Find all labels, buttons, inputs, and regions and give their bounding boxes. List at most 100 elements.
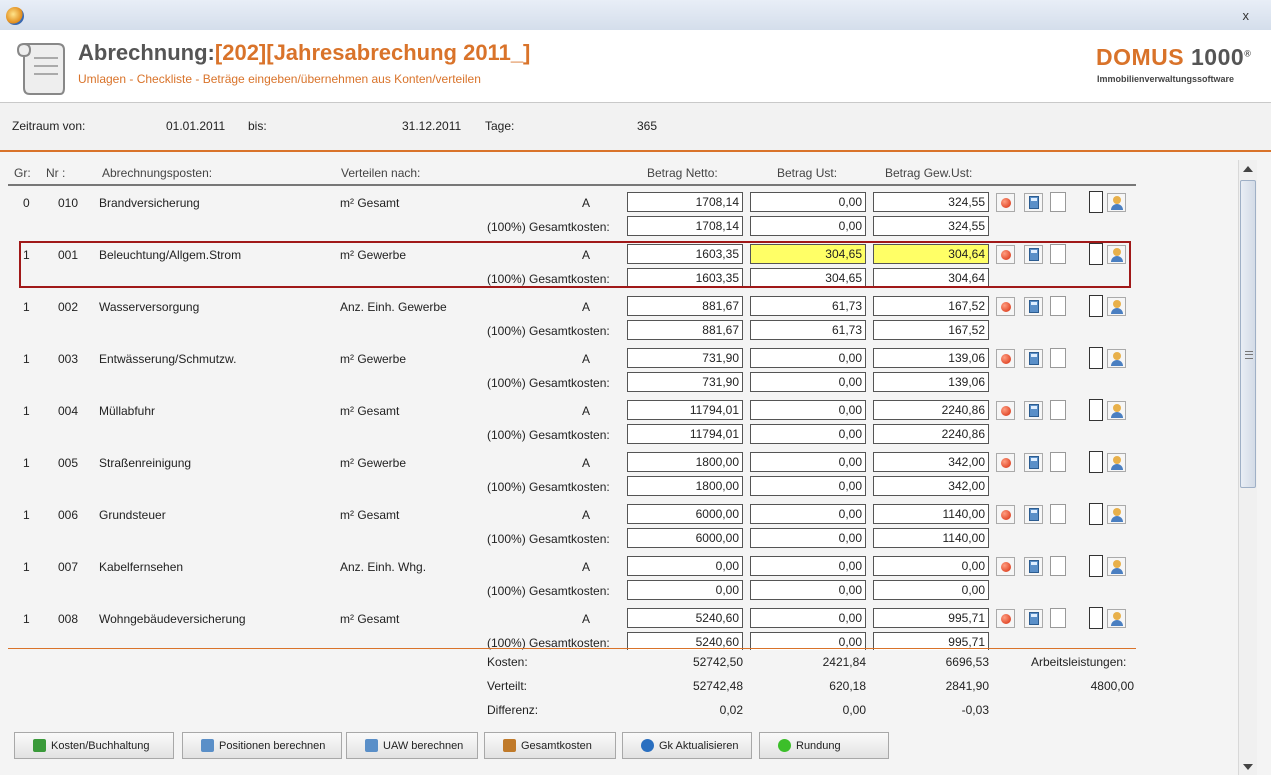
row-blank-button[interactable] bbox=[1050, 400, 1066, 420]
row-checkbox[interactable] bbox=[1089, 347, 1103, 369]
netto-field[interactable]: 1603,35 bbox=[627, 244, 743, 264]
assign-user-button[interactable] bbox=[1107, 245, 1126, 264]
gew-field[interactable]: 0,00 bbox=[873, 556, 989, 576]
total-gew-field: 139,06 bbox=[873, 372, 989, 392]
record-button[interactable] bbox=[996, 609, 1015, 628]
row-checkbox[interactable] bbox=[1089, 607, 1103, 629]
gew-field[interactable]: 304,64 bbox=[873, 244, 989, 264]
total-netto-field: 11794,01 bbox=[627, 424, 743, 444]
positionen-berechnen-button[interactable]: Positionen berechnen bbox=[182, 732, 342, 759]
total-gew-field: 342,00 bbox=[873, 476, 989, 496]
row-gr: 1 bbox=[23, 300, 30, 314]
kosten-ust: 2421,84 bbox=[822, 655, 866, 669]
gew-field[interactable]: 139,06 bbox=[873, 348, 989, 368]
assign-user-button[interactable] bbox=[1107, 557, 1126, 576]
record-button[interactable] bbox=[996, 453, 1015, 472]
calculator-icon bbox=[1029, 196, 1039, 209]
row-blank-button[interactable] bbox=[1050, 504, 1066, 524]
calculate-button[interactable] bbox=[1024, 349, 1043, 368]
netto-field[interactable]: 5240,60 bbox=[627, 608, 743, 628]
record-button[interactable] bbox=[996, 505, 1015, 524]
ust-field[interactable]: 304,65 bbox=[750, 244, 866, 264]
assign-user-button[interactable] bbox=[1107, 453, 1126, 472]
row-checkbox[interactable] bbox=[1089, 295, 1103, 317]
row-blank-button[interactable] bbox=[1050, 608, 1066, 628]
calculate-button[interactable] bbox=[1024, 245, 1043, 264]
total-gew-field: 2240,86 bbox=[873, 424, 989, 444]
calculator-icon bbox=[1029, 456, 1039, 469]
netto-field[interactable]: 6000,00 bbox=[627, 504, 743, 524]
assign-user-button[interactable] bbox=[1107, 505, 1126, 524]
netto-field[interactable]: 881,67 bbox=[627, 296, 743, 316]
col-header-verteilen: Verteilen nach: bbox=[341, 166, 421, 180]
record-button[interactable] bbox=[996, 297, 1015, 316]
calculate-button[interactable] bbox=[1024, 609, 1043, 628]
row-blank-button[interactable] bbox=[1050, 556, 1066, 576]
assign-user-button[interactable] bbox=[1107, 193, 1126, 212]
calculate-button[interactable] bbox=[1024, 505, 1043, 524]
gew-field[interactable]: 1140,00 bbox=[873, 504, 989, 524]
ust-field[interactable]: 0,00 bbox=[750, 556, 866, 576]
record-button[interactable] bbox=[996, 193, 1015, 212]
gk-aktualisieren-button[interactable]: Gk Aktualisieren bbox=[622, 732, 752, 759]
row-gr: 1 bbox=[23, 352, 30, 366]
assign-user-button[interactable] bbox=[1107, 349, 1126, 368]
netto-field[interactable]: 11794,01 bbox=[627, 400, 743, 420]
row-blank-button[interactable] bbox=[1050, 348, 1066, 368]
ust-field[interactable]: 0,00 bbox=[750, 192, 866, 212]
gesamtkosten-button[interactable]: Gesamtkosten bbox=[484, 732, 616, 759]
record-button[interactable] bbox=[996, 349, 1015, 368]
row-blank-button[interactable] bbox=[1050, 452, 1066, 472]
netto-field[interactable]: 1800,00 bbox=[627, 452, 743, 472]
assign-user-button[interactable] bbox=[1107, 297, 1126, 316]
button-label: UAW berechnen bbox=[383, 740, 464, 752]
row-checkbox[interactable] bbox=[1089, 399, 1103, 421]
total-costs-label: (100%) Gesamtkosten: bbox=[487, 532, 610, 546]
gew-field[interactable]: 2240,86 bbox=[873, 400, 989, 420]
ust-field[interactable]: 0,00 bbox=[750, 400, 866, 420]
ust-field[interactable]: 61,73 bbox=[750, 296, 866, 316]
row-verteilen: m² Gewerbe bbox=[340, 248, 407, 262]
ust-field[interactable]: 0,00 bbox=[750, 348, 866, 368]
calculate-button[interactable] bbox=[1024, 297, 1043, 316]
calculate-button[interactable] bbox=[1024, 193, 1043, 212]
row-checkbox[interactable] bbox=[1089, 191, 1103, 213]
total-costs-label: (100%) Gesamtkosten: bbox=[487, 480, 610, 494]
record-button[interactable] bbox=[996, 401, 1015, 420]
assign-user-button[interactable] bbox=[1107, 609, 1126, 628]
row-blank-button[interactable] bbox=[1050, 244, 1066, 264]
close-button[interactable]: x bbox=[1243, 8, 1250, 23]
row-checkbox[interactable] bbox=[1089, 243, 1103, 265]
gew-field[interactable]: 995,71 bbox=[873, 608, 989, 628]
uaw-berechnen-button[interactable]: UAW berechnen bbox=[346, 732, 478, 759]
total-costs-label: (100%) Gesamtkosten: bbox=[487, 376, 610, 390]
row-gr: 1 bbox=[23, 404, 30, 418]
scroll-down-arrow[interactable] bbox=[1243, 764, 1253, 770]
netto-field[interactable]: 731,90 bbox=[627, 348, 743, 368]
record-button[interactable] bbox=[996, 245, 1015, 264]
scroll-thumb[interactable] bbox=[1240, 180, 1256, 488]
assign-user-button[interactable] bbox=[1107, 401, 1126, 420]
total-costs-label: (100%) Gesamtkosten: bbox=[487, 272, 610, 286]
rundung-button[interactable]: Rundung bbox=[759, 732, 889, 759]
ust-field[interactable]: 0,00 bbox=[750, 452, 866, 472]
netto-field[interactable]: 1708,14 bbox=[627, 192, 743, 212]
record-button[interactable] bbox=[996, 557, 1015, 576]
calculate-button[interactable] bbox=[1024, 557, 1043, 576]
gew-field[interactable]: 342,00 bbox=[873, 452, 989, 472]
vertical-scrollbar[interactable] bbox=[1238, 160, 1257, 775]
kosten-buchhaltung-button[interactable]: Kosten/Buchhaltung bbox=[14, 732, 174, 759]
gew-field[interactable]: 324,55 bbox=[873, 192, 989, 212]
gew-field[interactable]: 167,52 bbox=[873, 296, 989, 316]
ust-field[interactable]: 0,00 bbox=[750, 504, 866, 524]
netto-field[interactable]: 0,00 bbox=[627, 556, 743, 576]
scroll-up-arrow[interactable] bbox=[1243, 166, 1253, 172]
row-blank-button[interactable] bbox=[1050, 192, 1066, 212]
row-checkbox[interactable] bbox=[1089, 555, 1103, 577]
ust-field[interactable]: 0,00 bbox=[750, 608, 866, 628]
row-checkbox[interactable] bbox=[1089, 451, 1103, 473]
calculate-button[interactable] bbox=[1024, 401, 1043, 420]
row-blank-button[interactable] bbox=[1050, 296, 1066, 316]
calculate-button[interactable] bbox=[1024, 453, 1043, 472]
row-checkbox[interactable] bbox=[1089, 503, 1103, 525]
